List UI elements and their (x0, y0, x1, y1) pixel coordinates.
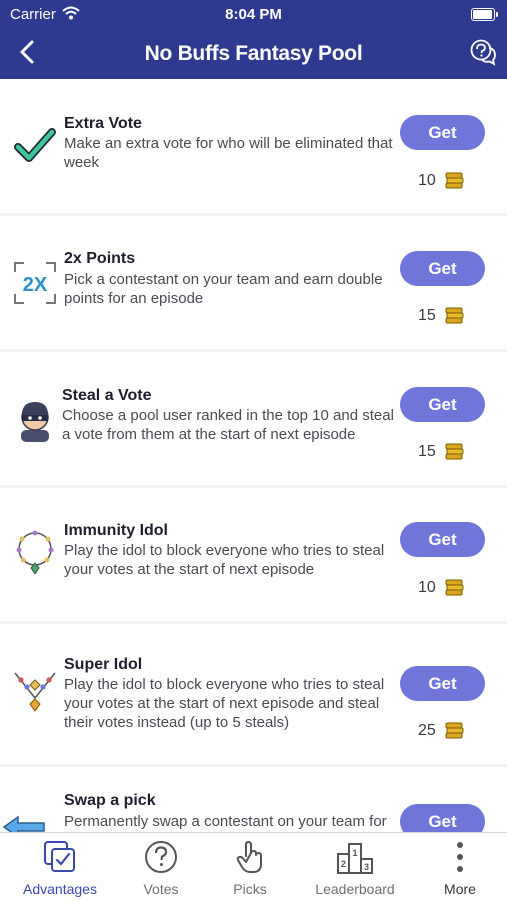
checkmark-icon (14, 128, 56, 162)
advantage-card-swap-a-pick: Swap a pick Permanently swap a contestan… (0, 767, 507, 832)
advantage-description: Make an extra vote for who will be elimi… (64, 135, 393, 171)
svg-text:1: 1 (352, 848, 357, 858)
status-time: 8:04 PM (225, 6, 282, 23)
tab-votes[interactable]: Votes (111, 839, 211, 897)
navigation-header: Carrier 8:04 PM No Buffs Fantasy Pool (0, 0, 507, 79)
advantage-card-2x-points: 2X 2x Points Pick a contestant on your t… (0, 216, 507, 349)
help-chat-icon[interactable] (469, 38, 497, 66)
get-button[interactable]: Get (400, 666, 485, 701)
advantage-price: 15 (418, 443, 436, 460)
advantage-name: Super Idol (64, 656, 143, 673)
advantages-icon (44, 841, 75, 872)
advantage-price: 10 (418, 579, 436, 596)
get-button[interactable]: Get (400, 522, 485, 557)
get-button[interactable]: Get (400, 804, 485, 832)
coins-icon (445, 307, 464, 324)
podium-icon: 2 1 3 (337, 843, 373, 874)
advantage-description: Play the idol to block everyone who trie… (64, 676, 385, 731)
question-circle-icon (145, 841, 177, 873)
advantage-name: 2x Points (64, 250, 136, 267)
svg-text:2: 2 (341, 859, 346, 869)
svg-text:3: 3 (364, 862, 369, 872)
page-title: No Buffs Fantasy Pool (144, 42, 363, 65)
advantage-price: 25 (418, 722, 436, 739)
tab-picks[interactable]: Picks (200, 839, 300, 897)
advantage-name: Steal a Vote (62, 387, 152, 404)
tab-label: More (444, 881, 476, 897)
coins-icon (445, 443, 464, 460)
tab-advantages[interactable]: Advantages (10, 839, 110, 897)
double-points-icon: 2X (14, 262, 56, 304)
coins-icon (445, 722, 464, 739)
tab-label: Picks (233, 881, 267, 897)
svg-text:2X: 2X (23, 274, 48, 296)
advantage-description: Choose a pool user ranked in the top 10 … (62, 407, 394, 443)
tab-leaderboard[interactable]: 2 1 3 Leaderboard (305, 839, 405, 897)
advantage-card-super-idol: Super Idol Play the idol to block everyo… (0, 624, 507, 764)
advantage-card-steal-a-vote: Steal a Vote Choose a pool user ranked i… (0, 352, 507, 485)
get-button[interactable]: Get (400, 251, 485, 286)
tab-label: Votes (143, 881, 179, 897)
tab-label: Advantages (23, 881, 97, 897)
more-dots-icon (457, 842, 463, 872)
advantage-description: Permanently swap a contestant on your te… (64, 813, 387, 830)
advantage-name: Immunity Idol (64, 522, 168, 539)
super-necklace-icon (14, 672, 56, 712)
advantage-name: Extra Vote (64, 115, 142, 132)
swap-arrow-icon (2, 815, 45, 832)
thief-icon (21, 402, 49, 442)
advantage-card-immunity-idol: Immunity Idol Play the idol to block eve… (0, 488, 507, 621)
advantage-price: 10 (418, 172, 436, 189)
advantage-description: Pick a contestant on your team and earn … (64, 271, 383, 307)
necklace-icon (16, 530, 54, 574)
tab-label: Leaderboard (315, 881, 395, 897)
advantages-list[interactable]: Extra Vote Make an extra vote for who wi… (0, 79, 507, 832)
tab-more[interactable]: More (410, 839, 507, 897)
get-button[interactable]: Get (400, 387, 485, 422)
advantage-price: 15 (418, 307, 436, 324)
coins-icon (445, 172, 464, 189)
battery-icon (471, 8, 498, 21)
advantage-card-extra-vote: Extra Vote Make an extra vote for who wi… (0, 79, 507, 213)
coins-icon (445, 579, 464, 596)
advantage-name: Swap a pick (64, 792, 156, 809)
hand-pointer-icon (236, 841, 262, 873)
get-button[interactable]: Get (400, 115, 485, 150)
bottom-tab-bar: Advantages Votes Picks 2 1 3 Leaderboard (0, 832, 507, 901)
status-bar: Carrier 8:04 PM (0, 0, 507, 28)
advantage-description: Play the idol to block everyone who trie… (64, 542, 385, 578)
